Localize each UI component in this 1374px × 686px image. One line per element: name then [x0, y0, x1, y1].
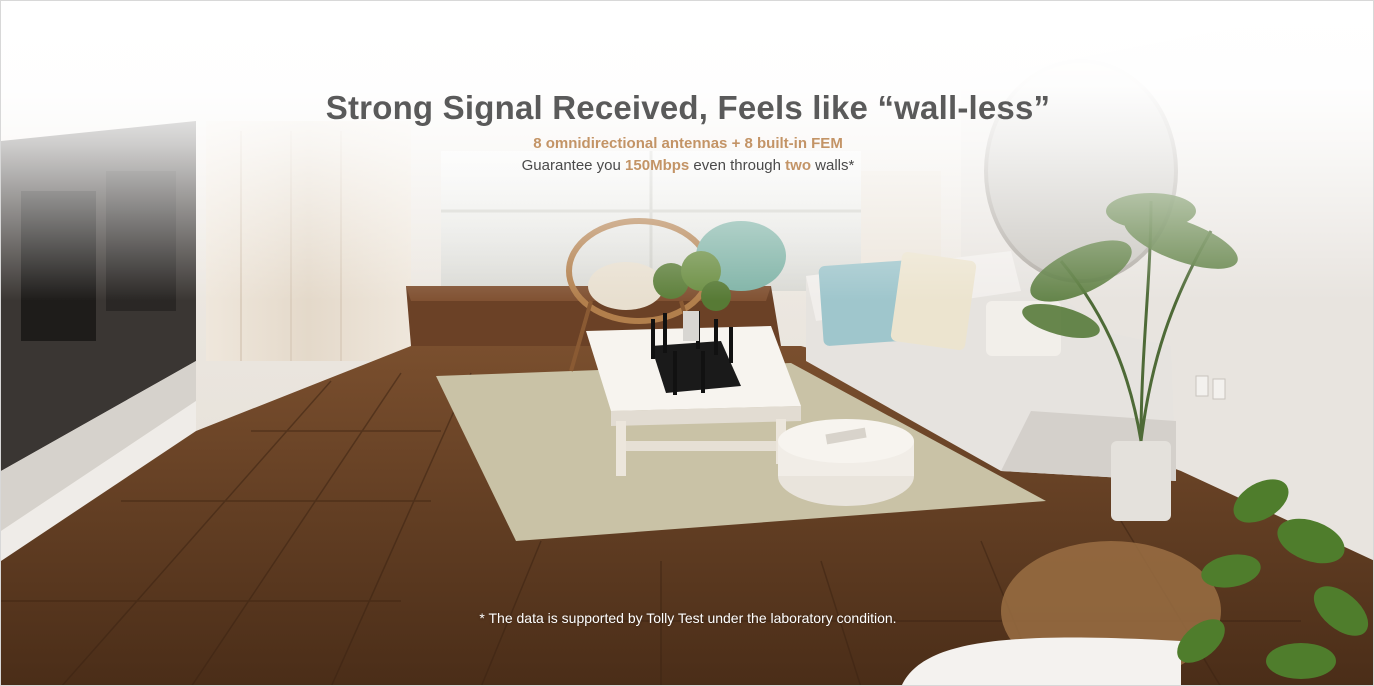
headline: Strong Signal Received, Feels like “wall…: [325, 89, 1051, 126]
guarantee-prefix: Guarantee you: [521, 157, 621, 174]
subheadline: 8 omnidirectional antennas + 8 built-in …: [533, 135, 843, 152]
banner-copy: Strong Signal Received, Feels like “wall…: [1, 89, 1373, 174]
sofa-cushion-cream: [890, 252, 977, 351]
wall-switch: [1195, 375, 1209, 397]
promo-banner: Strong Signal Received, Feels like “wall…: [0, 0, 1374, 686]
speed-highlight: 150Mbps: [625, 157, 690, 174]
guarantee-suffix: walls*: [815, 157, 855, 174]
footnote: * The data is supported by Tolly Test un…: [479, 610, 897, 626]
guarantee-line: Guarantee you 150Mbps even through two w…: [1, 157, 1373, 174]
guarantee-middle: even through: [693, 157, 781, 174]
walls-count-highlight: two: [785, 157, 811, 174]
ottoman: [778, 419, 914, 506]
